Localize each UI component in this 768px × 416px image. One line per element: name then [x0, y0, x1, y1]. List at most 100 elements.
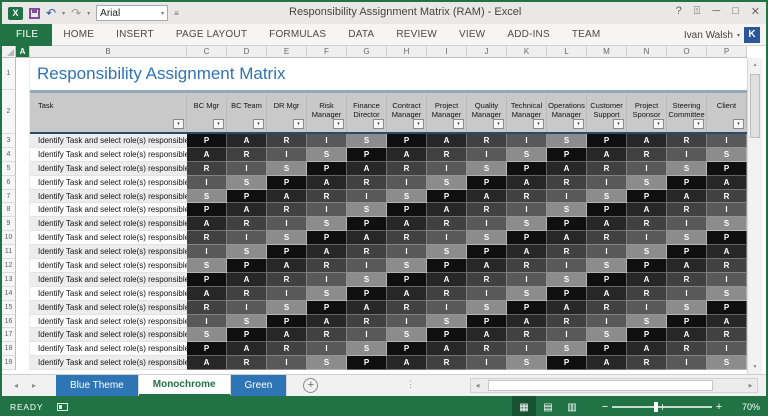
role-cell-i[interactable]: I [267, 286, 307, 301]
column-header-P[interactable]: P [707, 46, 747, 57]
role-cell-p[interactable]: P [307, 161, 347, 176]
matrix-header-client[interactable]: Client ▾ [707, 93, 747, 132]
role-cell-s[interactable]: S [547, 203, 587, 218]
role-cell-s[interactable]: S [387, 189, 427, 204]
role-cell-r[interactable]: R [427, 147, 467, 162]
role-cell-p[interactable]: P [347, 147, 387, 162]
role-cell-s[interactable]: S [707, 356, 747, 371]
scroll-left-icon[interactable]: ◀ [471, 383, 484, 389]
role-cell-p[interactable]: P [307, 231, 347, 246]
row-number-1[interactable]: 1 [2, 58, 16, 90]
role-cell-i[interactable]: I [307, 272, 347, 287]
role-cell-i[interactable]: I [667, 286, 707, 301]
role-cell-p[interactable]: P [507, 161, 547, 176]
filter-dropdown-icon[interactable]: ▾ [653, 119, 664, 129]
row-number-13[interactable]: 13 [2, 272, 16, 287]
role-cell-s[interactable]: S [267, 231, 307, 246]
role-cell-p[interactable]: P [667, 245, 707, 260]
matrix-header-quality-manager[interactable]: Quality Manager ▾ [467, 93, 507, 132]
role-cell-r[interactable]: R [267, 272, 307, 287]
role-cell-s[interactable]: S [507, 286, 547, 301]
undo-icon[interactable]: ↶ [46, 7, 56, 19]
role-cell-s[interactable]: S [387, 328, 427, 343]
filter-dropdown-icon[interactable]: ▾ [693, 119, 704, 129]
role-cell-a[interactable]: A [227, 134, 267, 148]
role-cell-a[interactable]: A [587, 217, 627, 232]
role-cell-s[interactable]: S [227, 245, 267, 260]
role-cell-s[interactable]: S [707, 147, 747, 162]
role-cell-i[interactable]: I [707, 272, 747, 287]
role-cell-s[interactable]: S [587, 259, 627, 273]
task-cell[interactable]: Identify Task and select role(s) respons… [30, 259, 187, 273]
role-cell-r[interactable]: R [427, 217, 467, 232]
role-cell-s[interactable]: S [627, 175, 667, 190]
task-cell[interactable]: Identify Task and select role(s) respons… [30, 328, 187, 343]
role-cell-r[interactable]: R [347, 175, 387, 190]
matrix-header-bc-team[interactable]: BC Team ▾ [227, 93, 267, 132]
filter-dropdown-icon[interactable]: ▾ [373, 119, 384, 129]
role-cell-s[interactable]: S [427, 175, 467, 190]
role-cell-p[interactable]: P [187, 134, 227, 148]
role-cell-r[interactable]: R [667, 272, 707, 287]
role-cell-p[interactable]: P [387, 134, 427, 148]
role-cell-r[interactable]: R [387, 231, 427, 246]
ribbon-tab-insert[interactable]: INSERT [105, 24, 165, 46]
task-cell[interactable]: Identify Task and select role(s) respons… [30, 147, 187, 162]
role-cell-p[interactable]: P [707, 300, 747, 315]
task-cell[interactable]: Identify Task and select role(s) respons… [30, 314, 187, 329]
role-cell-a[interactable]: A [227, 342, 267, 357]
scroll-up-icon[interactable]: ▲ [748, 58, 762, 72]
role-cell-i[interactable]: I [187, 314, 227, 329]
column-header-J[interactable]: J [467, 46, 507, 57]
role-cell-p[interactable]: P [427, 189, 467, 204]
role-cell-s[interactable]: S [307, 356, 347, 371]
role-cell-p[interactable]: P [267, 245, 307, 260]
role-cell-r[interactable]: R [227, 356, 267, 371]
role-cell-i[interactable]: I [347, 259, 387, 273]
role-cell-a[interactable]: A [427, 203, 467, 218]
role-cell-s[interactable]: S [307, 217, 347, 232]
filter-dropdown-icon[interactable]: ▾ [573, 119, 584, 129]
role-cell-s[interactable]: S [307, 147, 347, 162]
row-number-19[interactable]: 19 [2, 356, 16, 371]
ribbon-tab-data[interactable]: DATA [337, 24, 385, 46]
role-cell-r[interactable]: R [307, 189, 347, 204]
filter-dropdown-icon[interactable]: ▾ [253, 119, 264, 129]
maximize-button[interactable]: □ [732, 5, 739, 18]
ribbon-tab-file[interactable]: FILE [2, 23, 53, 46]
role-cell-p[interactable]: P [547, 286, 587, 301]
role-cell-i[interactable]: I [307, 203, 347, 218]
role-cell-i[interactable]: I [387, 314, 427, 329]
role-cell-r[interactable]: R [547, 245, 587, 260]
role-cell-s[interactable]: S [227, 175, 267, 190]
matrix-header-project-sponsor[interactable]: Project Sponsor ▾ [627, 93, 667, 132]
role-cell-a[interactable]: A [267, 328, 307, 343]
role-cell-s[interactable]: S [547, 342, 587, 357]
role-cell-i[interactable]: I [707, 134, 747, 148]
role-cell-p[interactable]: P [587, 272, 627, 287]
column-header-H[interactable]: H [387, 46, 427, 57]
role-cell-a[interactable]: A [627, 134, 667, 148]
role-cell-a[interactable]: A [347, 161, 387, 176]
role-cell-p[interactable]: P [627, 189, 667, 204]
role-cell-a[interactable]: A [507, 175, 547, 190]
ribbon-tab-team[interactable]: TEAM [561, 24, 612, 46]
row-number-5[interactable]: 5 [2, 161, 16, 176]
role-cell-p[interactable]: P [587, 342, 627, 357]
role-cell-a[interactable]: A [707, 245, 747, 260]
role-cell-p[interactable]: P [187, 272, 227, 287]
role-cell-i[interactable]: I [307, 342, 347, 357]
role-cell-p[interactable]: P [707, 161, 747, 176]
role-cell-p[interactable]: P [307, 300, 347, 315]
role-cell-i[interactable]: I [187, 245, 227, 260]
role-cell-p[interactable]: P [587, 134, 627, 148]
page-break-view-button[interactable]: ▥ [560, 396, 584, 416]
role-cell-s[interactable]: S [427, 245, 467, 260]
role-cell-p[interactable]: P [467, 245, 507, 260]
role-cell-a[interactable]: A [707, 314, 747, 329]
role-cell-s[interactable]: S [347, 134, 387, 148]
zoom-slider-thumb[interactable] [654, 402, 658, 412]
vertical-scrollbar[interactable]: ▲ ▼ [747, 58, 762, 374]
column-header-C[interactable]: C [187, 46, 227, 57]
role-cell-p[interactable]: P [387, 272, 427, 287]
